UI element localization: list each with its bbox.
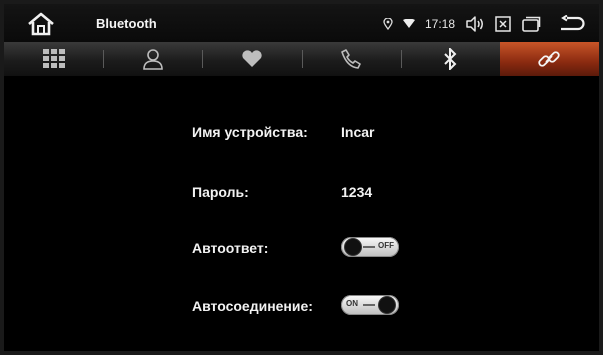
- autoanswer-label: Автоответ:: [192, 240, 269, 256]
- close-box-icon: [495, 16, 511, 32]
- bluetooth-icon: [444, 48, 457, 70]
- toggle-track-line: [363, 246, 375, 248]
- apps-grid-icon: [42, 49, 65, 68]
- toggle-track-line: [363, 304, 375, 306]
- clock-time: 17:18: [424, 17, 455, 31]
- link-icon: [538, 51, 561, 67]
- autoanswer-toggle[interactable]: OFF: [341, 237, 399, 257]
- wifi-icon: [402, 19, 415, 29]
- recent-apps-button[interactable]: [521, 16, 541, 32]
- tab-calls[interactable]: [301, 42, 401, 76]
- location-icon: [383, 18, 393, 30]
- autoanswer-state: OFF: [378, 241, 394, 250]
- contact-icon: [142, 49, 163, 70]
- password-label: Пароль:: [192, 184, 249, 200]
- tab-bluetooth[interactable]: [400, 42, 500, 76]
- back-button[interactable]: [559, 15, 585, 33]
- autoconnect-toggle[interactable]: ON: [341, 295, 399, 315]
- back-icon: [561, 15, 585, 31]
- phone-icon: [341, 49, 361, 69]
- heart-icon: [242, 50, 262, 67]
- home-icon: [28, 12, 54, 36]
- tab-favorites[interactable]: [202, 42, 301, 76]
- tab-bar: [4, 42, 600, 76]
- device-name-label: Имя устройства:: [192, 124, 308, 140]
- status-bar: Bluetooth 17:18: [4, 4, 599, 42]
- home-button[interactable]: [24, 10, 58, 38]
- status-icons: 17:18: [383, 12, 585, 36]
- tab-contacts[interactable]: [103, 42, 202, 76]
- autoconnect-state: ON: [346, 299, 358, 308]
- tab-apps[interactable]: [4, 42, 103, 76]
- close-box-button[interactable]: [495, 16, 511, 32]
- volume-icon: [466, 16, 483, 32]
- volume-button[interactable]: [465, 16, 485, 32]
- password-value[interactable]: 1234: [341, 184, 372, 200]
- bluetooth-settings-panel: Имя устройства: Incar Пароль: 1234 Автоо…: [0, 76, 603, 355]
- device-name-value[interactable]: Incar: [341, 124, 374, 140]
- toggle-knob: [379, 297, 395, 313]
- recent-apps-icon: [522, 16, 541, 32]
- autoconnect-label: Автосоединение:: [192, 298, 313, 314]
- toggle-knob: [345, 239, 361, 255]
- app-title: Bluetooth: [96, 16, 157, 31]
- tab-settings-link[interactable]: [499, 42, 600, 76]
